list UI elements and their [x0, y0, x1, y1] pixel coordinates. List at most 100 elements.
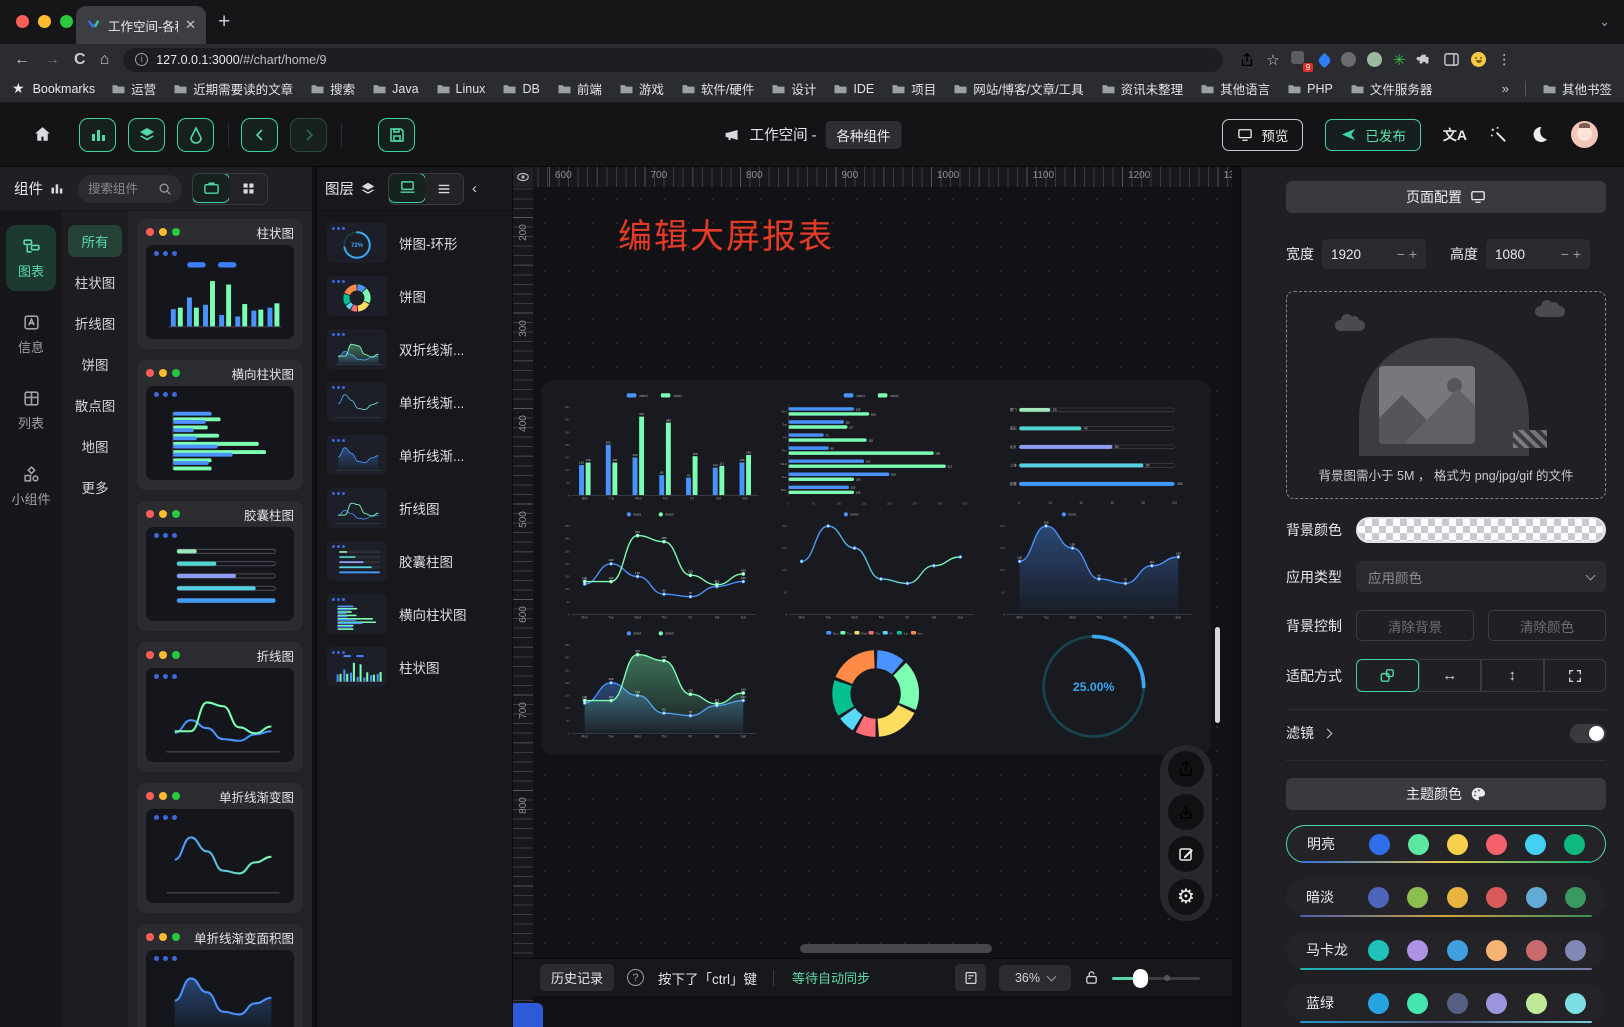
vertical-scrollbar-thumb[interactable] — [1215, 627, 1220, 723]
slider-knob[interactable] — [1133, 969, 1148, 988]
theme-color-dot[interactable] — [1565, 993, 1586, 1014]
decrement-icon[interactable]: − — [1561, 246, 1569, 262]
bookmark-folder[interactable]: 运营 — [111, 79, 156, 98]
category-item[interactable]: 柱状图 — [68, 266, 122, 298]
tabstrip-chevron-icon[interactable]: ⌄ — [1599, 14, 1610, 30]
bookmark-folder[interactable]: 近期需要读的文章 — [173, 79, 293, 98]
save-button[interactable] — [378, 118, 415, 152]
width-stepper[interactable]: 1920 − + — [1322, 239, 1426, 269]
height-stepper[interactable]: 1080 − + — [1486, 239, 1590, 269]
bookmark-folder[interactable]: PHP — [1287, 82, 1333, 96]
clear-background-button[interactable]: 清除背景 — [1356, 610, 1474, 641]
layer-item-hbar[interactable]: 横向柱状图 — [327, 594, 502, 634]
theme-row-bluegreen[interactable]: 蓝绿 — [1286, 984, 1606, 1022]
category-item[interactable]: 饼图 — [68, 348, 122, 380]
layer-item-single-line-2[interactable]: 单折线渐... — [327, 435, 502, 475]
collapse-panel-chevron-icon[interactable]: ‹ — [472, 180, 477, 197]
help-icon[interactable]: ? — [627, 969, 644, 986]
extension-kite-icon[interactable] — [1316, 53, 1332, 69]
address-bar[interactable]: i 127.0.0.1:3000/#/chart/home/9 — [123, 48, 1223, 72]
canvas-text-component[interactable]: 编辑大屏报表 — [618, 209, 834, 258]
close-window-button[interactable] — [16, 15, 29, 28]
theme-color-dot[interactable] — [1486, 887, 1507, 908]
theme-color-dot[interactable] — [1368, 940, 1389, 961]
theme-color-dot[interactable] — [1368, 887, 1389, 908]
layer-item-double-line-area[interactable]: 双折线渐... — [327, 329, 502, 369]
bookmark-folder[interactable]: 资讯未整理 — [1101, 79, 1184, 98]
background-upload-dropzone[interactable]: 背景图需小于 5M ， 格式为 png/jpg/gif 的文件 — [1286, 291, 1606, 499]
theme-color-dot[interactable] — [1407, 993, 1428, 1014]
theme-color-dot[interactable] — [1447, 887, 1468, 908]
drawer-toggle-button[interactable] — [955, 964, 986, 991]
category-item[interactable]: 散点图 — [68, 389, 122, 421]
history-button[interactable]: 历史记录 — [540, 964, 614, 991]
page-config-header[interactable]: 页面配置 — [1286, 181, 1606, 213]
bookmark-folder[interactable]: DB — [502, 82, 539, 96]
theme-color-dot[interactable] — [1369, 834, 1390, 855]
translate-icon[interactable]: 文A — [1443, 125, 1467, 145]
component-view-grid-button[interactable] — [229, 174, 267, 204]
bookmark-folder[interactable]: Linux — [436, 82, 486, 96]
dash-gradient-area-chart[interactable]: data10501001502001202001508070110130MonT… — [986, 509, 1201, 626]
import-button[interactable] — [1168, 794, 1204, 830]
lock-icon[interactable] — [1084, 969, 1099, 986]
bookmarks-overflow-chevron[interactable]: » — [1502, 81, 1509, 96]
theme-color-dot[interactable] — [1564, 834, 1585, 855]
theme-row-macaron[interactable]: 马卡龙 — [1286, 931, 1606, 969]
zoom-slider[interactable] — [1112, 969, 1200, 987]
category-item[interactable]: 地图 — [68, 430, 122, 462]
theme-color-dot[interactable] — [1526, 993, 1547, 1014]
nav-item-widgets[interactable]: 小组件 — [6, 453, 56, 519]
ruler-toggle[interactable] — [513, 167, 533, 187]
theme-color-dot[interactable] — [1407, 887, 1428, 908]
search-input[interactable] — [88, 182, 154, 196]
theme-color-dot[interactable] — [1486, 834, 1507, 855]
redo-button[interactable] — [290, 118, 327, 152]
component-card-gradient-line[interactable]: 单折线渐变图 — [137, 783, 303, 913]
bookmark-folder[interactable]: 搜索 — [310, 79, 355, 98]
theme-color-header[interactable]: 主题颜色 — [1286, 778, 1606, 810]
theme-row-bright[interactable]: 明亮 — [1286, 825, 1606, 863]
bookmark-folder[interactable]: Java — [372, 82, 418, 96]
decrement-icon[interactable]: − — [1397, 246, 1405, 262]
home-icon[interactable]: ⌂ — [100, 51, 110, 69]
share-icon[interactable] — [1239, 52, 1255, 68]
dash-hbar-chart[interactable]: data1data2130160Sun110117Sat70155Fri8028… — [768, 390, 983, 507]
preview-button[interactable]: 预览 — [1222, 119, 1303, 151]
bookmarks-star-icon[interactable]: ★ — [12, 80, 25, 97]
dark-mode-moon-icon[interactable] — [1530, 125, 1549, 144]
app-home-icon[interactable] — [32, 124, 53, 145]
chevron-right-icon[interactable] — [1323, 728, 1333, 738]
sidebar-icon[interactable] — [1443, 52, 1460, 67]
layer-item-single-line-1[interactable]: 单折线渐... — [327, 382, 502, 422]
theme-color-dot[interactable] — [1565, 887, 1586, 908]
theme-color-dot[interactable] — [1447, 940, 1468, 961]
dash-progress-ring[interactable]: 25.00% — [986, 628, 1201, 745]
user-avatar[interactable] — [1571, 121, 1598, 148]
category-item[interactable]: 所有 — [68, 225, 122, 257]
theme-color-dot[interactable] — [1526, 940, 1547, 961]
component-card-line[interactable]: 折线图 — [137, 642, 303, 772]
settings-button[interactable]: ⚙ — [1168, 879, 1204, 915]
dash-double-area-chart[interactable]: data1data2050100150200250300350120200150… — [551, 628, 766, 745]
bookmark-folder[interactable]: 软件/硬件 — [681, 79, 754, 98]
theme-color-dot[interactable] — [1486, 993, 1507, 1014]
layer-item-pie[interactable]: 饼图 — [327, 276, 502, 316]
extension-star-icon[interactable]: ✳ — [1393, 51, 1406, 69]
component-card-gradient-area[interactable]: 单折线渐变面积图 — [137, 924, 303, 1027]
chart-panel-toggle-button[interactable] — [79, 118, 116, 152]
layers-panel-toggle-button[interactable] — [128, 118, 165, 152]
undo-button[interactable] — [241, 118, 278, 152]
theme-color-dot[interactable] — [1447, 834, 1468, 855]
component-card-hbar[interactable]: 横向柱状图 — [137, 360, 303, 490]
extension-gray-icon[interactable] — [1341, 52, 1356, 67]
nav-item-list[interactable]: 列表 — [6, 377, 56, 443]
clear-color-button[interactable]: 清除颜色 — [1488, 610, 1606, 641]
tab-close-icon[interactable]: ✕ — [185, 17, 196, 33]
bookmark-folder[interactable]: 项目 — [891, 79, 936, 98]
bookmark-folder[interactable]: 其他语言 — [1200, 79, 1270, 98]
layer-item-ring-pie[interactable]: 72%饼图-环形 — [327, 223, 502, 263]
component-search[interactable] — [78, 175, 182, 203]
profile-avatar-icon[interactable] — [1471, 52, 1486, 67]
layer-view-thumbnail-button[interactable] — [388, 173, 426, 203]
